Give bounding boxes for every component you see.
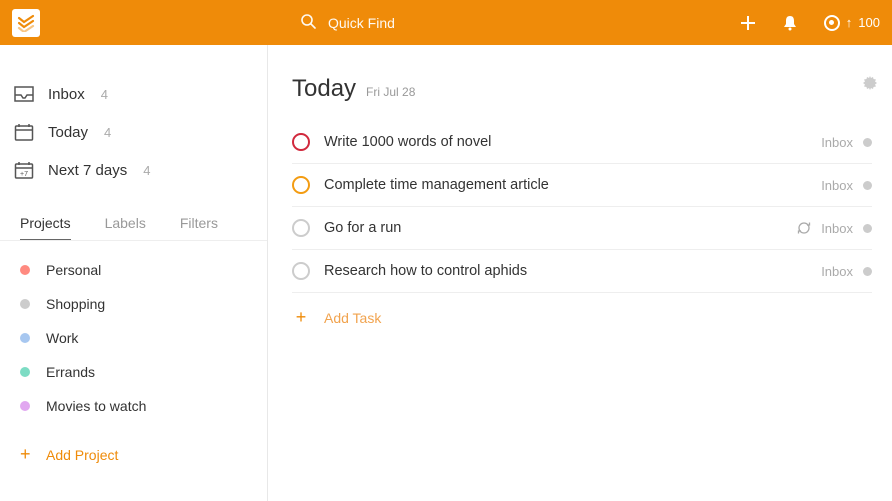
- sidebar: Inbox 4 Today 4 +7 Next 7 days 4 Project…: [0, 45, 268, 501]
- task-project-label: Inbox: [821, 221, 853, 236]
- project-name: Work: [46, 330, 78, 346]
- task-checkbox[interactable]: [292, 176, 310, 194]
- karma-score: 100: [858, 15, 880, 30]
- add-task-label: Add Task: [324, 310, 381, 326]
- calendar-today-icon: [14, 122, 34, 142]
- inbox-icon: [14, 84, 34, 104]
- search-icon: [300, 13, 316, 32]
- view-options-button[interactable]: [862, 75, 878, 94]
- page-title: Today: [292, 75, 356, 103]
- tab-projects[interactable]: Projects: [20, 215, 71, 240]
- task-title: Complete time management article: [324, 177, 807, 193]
- sidebar-item-today[interactable]: Today 4: [0, 113, 267, 151]
- notifications-button[interactable]: [782, 15, 798, 31]
- recurring-icon: [797, 221, 811, 235]
- task-row[interactable]: Write 1000 words of novel Inbox: [292, 121, 872, 164]
- task-title: Write 1000 words of novel: [324, 134, 807, 150]
- project-item[interactable]: Shopping: [0, 287, 267, 321]
- task-project-dot: [863, 224, 872, 233]
- task-checkbox[interactable]: [292, 219, 310, 237]
- sidebar-item-inbox[interactable]: Inbox 4: [0, 75, 267, 113]
- project-color-dot: [20, 367, 30, 377]
- quick-add-button[interactable]: [740, 15, 756, 31]
- task-project-label: Inbox: [821, 264, 853, 279]
- page-date: Fri Jul 28: [366, 85, 415, 99]
- topbar: Quick Find ↑ 100: [0, 0, 892, 45]
- sidebar-item-label: Today: [48, 124, 88, 141]
- project-name: Movies to watch: [46, 398, 146, 414]
- quick-find-placeholder: Quick Find: [328, 15, 395, 31]
- sidebar-item-label: Next 7 days: [48, 162, 127, 179]
- quick-find[interactable]: Quick Find: [300, 13, 740, 32]
- sidebar-item-count: 4: [104, 125, 111, 140]
- task-list: Write 1000 words of novel Inbox Complete…: [292, 121, 872, 293]
- project-color-dot: [20, 299, 30, 309]
- main-content: Today Fri Jul 28 Write 1000 words of nov…: [268, 45, 892, 501]
- add-project-label: Add Project: [46, 447, 118, 463]
- sidebar-item-count: 4: [143, 163, 150, 178]
- sidebar-item-next7days[interactable]: +7 Next 7 days 4: [0, 151, 267, 189]
- karma-up-arrow-icon: ↑: [846, 15, 853, 30]
- task-project-dot: [863, 181, 872, 190]
- calendar-week-icon: +7: [14, 160, 34, 180]
- task-checkbox[interactable]: [292, 133, 310, 151]
- karma-indicator[interactable]: ↑ 100: [824, 15, 880, 31]
- todoist-logo-icon: [17, 14, 35, 32]
- task-row[interactable]: Research how to control aphids Inbox: [292, 250, 872, 293]
- task-project-label: Inbox: [821, 178, 853, 193]
- project-item[interactable]: Work: [0, 321, 267, 355]
- task-row[interactable]: Complete time management article Inbox: [292, 164, 872, 207]
- task-project-dot: [863, 138, 872, 147]
- topbar-actions: ↑ 100: [740, 15, 880, 31]
- add-project-button[interactable]: + Add Project: [0, 435, 267, 474]
- plus-icon: +: [292, 307, 310, 328]
- project-color-dot: [20, 333, 30, 343]
- task-title: Research how to control aphids: [324, 263, 807, 279]
- sidebar-item-label: Inbox: [48, 86, 85, 103]
- task-row[interactable]: Go for a run Inbox: [292, 207, 872, 250]
- tab-filters[interactable]: Filters: [180, 215, 218, 240]
- add-task-button[interactable]: + Add Task: [292, 293, 872, 342]
- project-list: Personal Shopping Work Errands Movies to…: [0, 241, 267, 435]
- project-color-dot: [20, 265, 30, 275]
- task-checkbox[interactable]: [292, 262, 310, 280]
- project-item[interactable]: Movies to watch: [0, 389, 267, 423]
- project-name: Shopping: [46, 296, 105, 312]
- tab-labels[interactable]: Labels: [105, 215, 146, 240]
- project-color-dot: [20, 401, 30, 411]
- project-name: Errands: [46, 364, 95, 380]
- task-project-dot: [863, 267, 872, 276]
- plus-icon: +: [20, 444, 30, 465]
- sidebar-item-count: 4: [101, 87, 108, 102]
- task-title: Go for a run: [324, 220, 783, 236]
- project-item[interactable]: Personal: [0, 253, 267, 287]
- svg-text:+7: +7: [20, 171, 28, 178]
- karma-icon: [824, 15, 840, 31]
- sidebar-tabs: Projects Labels Filters: [0, 203, 267, 241]
- project-name: Personal: [46, 262, 101, 278]
- project-item[interactable]: Errands: [0, 355, 267, 389]
- app-logo[interactable]: [12, 9, 40, 37]
- task-project-label: Inbox: [821, 135, 853, 150]
